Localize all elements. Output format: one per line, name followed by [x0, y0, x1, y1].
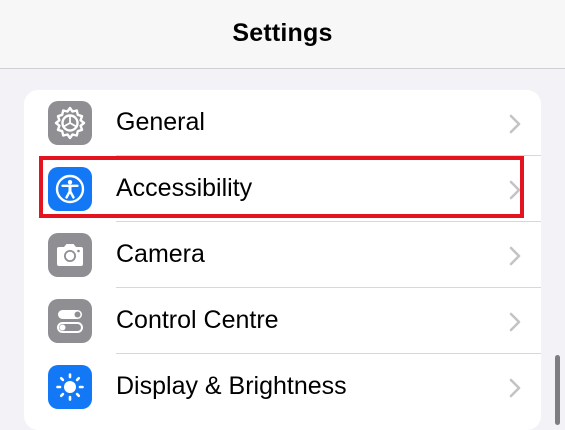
gear-icon	[48, 101, 92, 145]
highlight-box	[39, 156, 524, 218]
settings-row-control-centre[interactable]: Control Centre	[24, 288, 541, 354]
settings-row-label: General	[116, 108, 205, 136]
settings-row-general[interactable]: General	[24, 90, 541, 156]
settings-row-label: Camera	[116, 240, 205, 268]
settings-row-label: Control Centre	[116, 306, 279, 334]
chevron-right-icon	[509, 114, 521, 134]
sun-icon	[48, 365, 92, 409]
settings-list: General Accessibility Camera Control Cen…	[24, 90, 541, 430]
settings-row-camera[interactable]: Camera	[24, 222, 541, 288]
chevron-right-icon	[509, 246, 521, 266]
camera-icon	[48, 233, 92, 277]
settings-row-display-brightness[interactable]: Display & Brightness	[24, 354, 541, 420]
chevron-right-icon	[509, 312, 521, 332]
navigation-bar: Settings	[0, 0, 565, 69]
settings-row-label: Display & Brightness	[116, 372, 347, 400]
toggles-icon	[48, 299, 92, 343]
page-title: Settings	[232, 19, 333, 47]
scrollbar[interactable]	[555, 355, 560, 425]
chevron-right-icon	[509, 378, 521, 398]
